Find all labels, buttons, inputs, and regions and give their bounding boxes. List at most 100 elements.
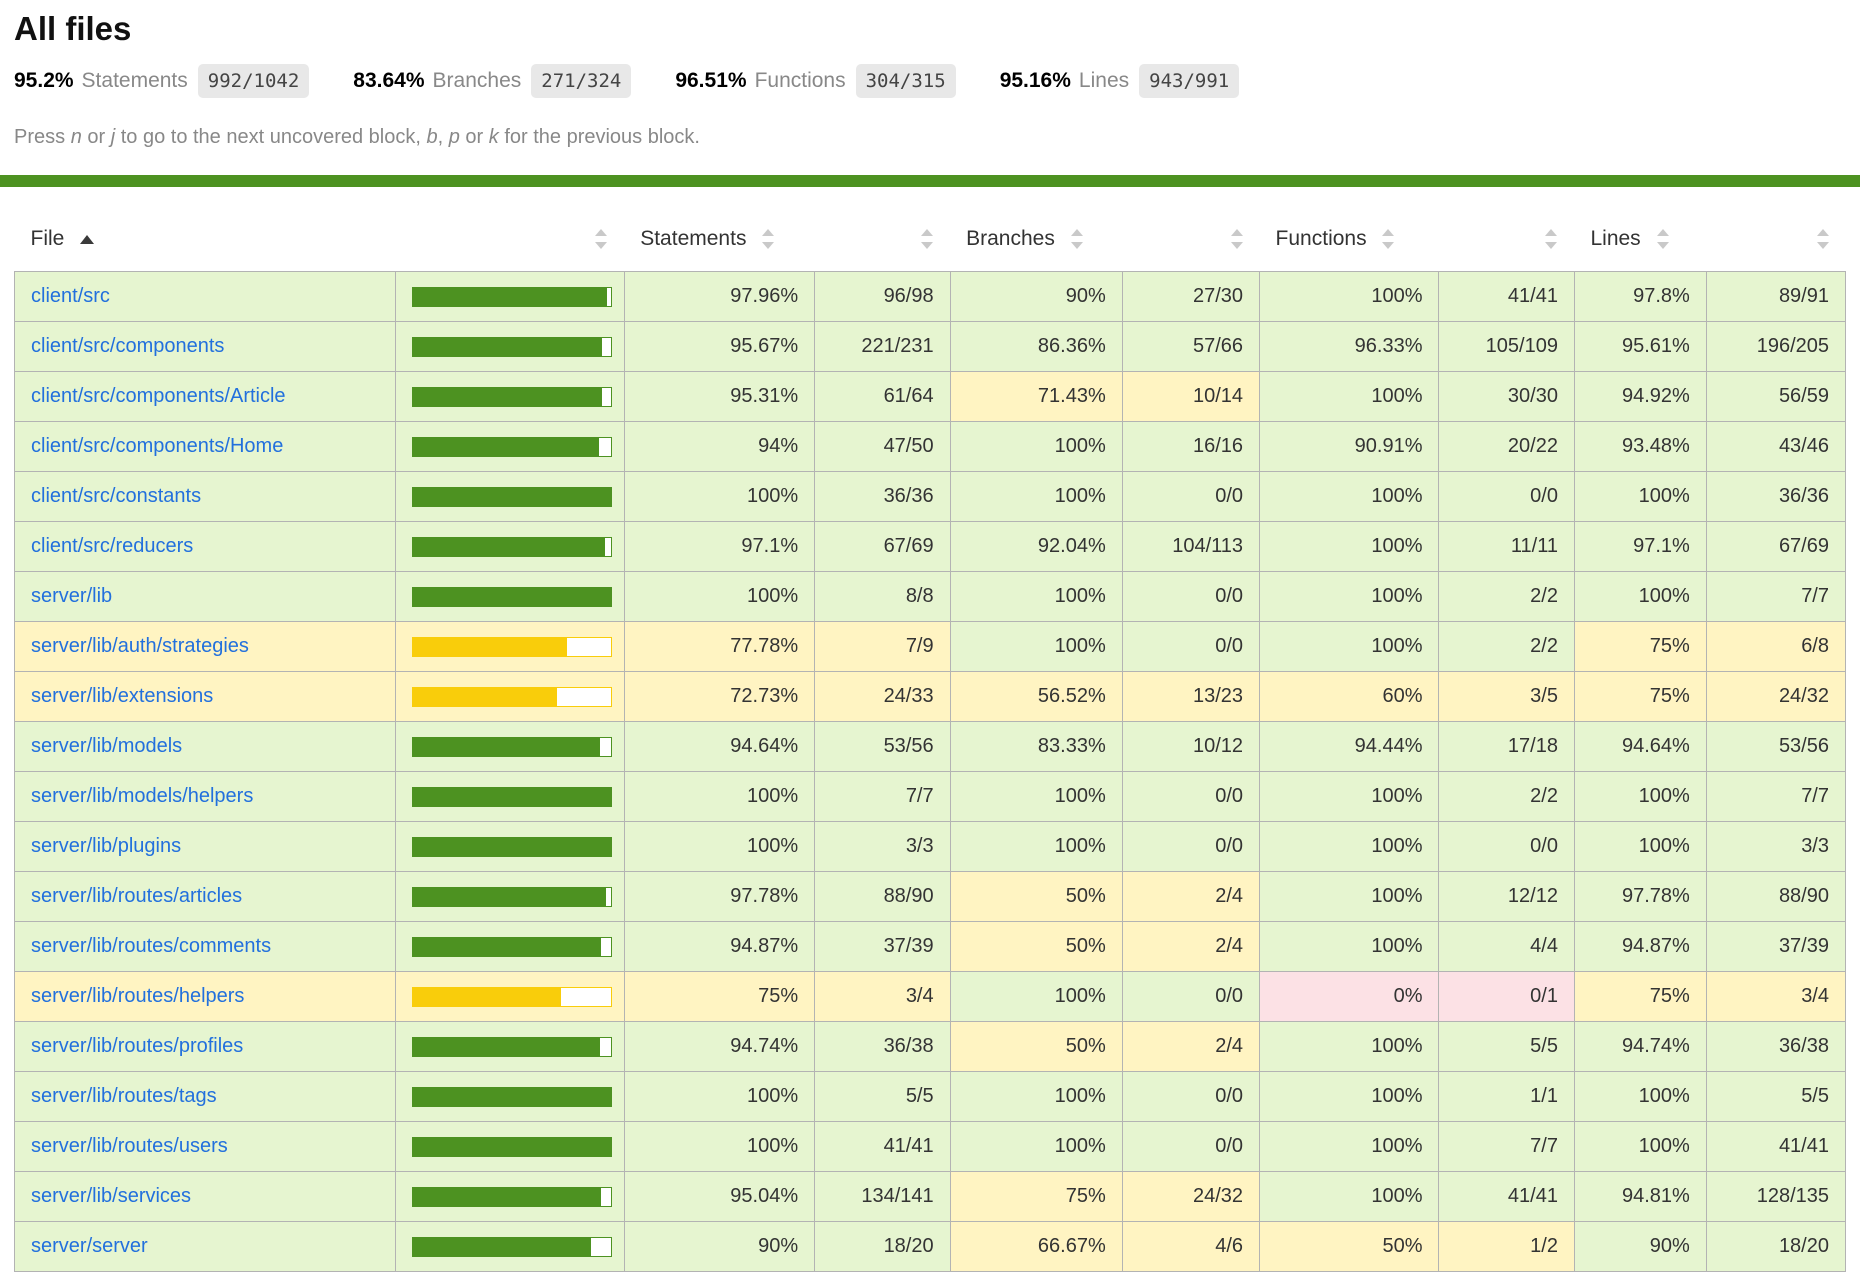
column-header-lines[interactable]: Lines bbox=[1574, 211, 1706, 272]
statements-fraction-cell: 37/39 bbox=[815, 922, 950, 972]
table-row: server/lib/routes/helpers 75% 3/4 100% 0… bbox=[15, 972, 1846, 1022]
lines-pct-cell: 75% bbox=[1574, 672, 1706, 722]
sort-icon[interactable] bbox=[1230, 227, 1244, 251]
lines-fraction-cell: 67/69 bbox=[1706, 522, 1845, 572]
column-header-bar[interactable] bbox=[395, 211, 624, 272]
functions-pct-cell: 100% bbox=[1260, 822, 1439, 872]
file-link[interactable]: client/src/constants bbox=[31, 485, 201, 507]
report-header: All files 95.2% Statements 992/1042 83.6… bbox=[0, 10, 1860, 149]
table-row: client/src 97.96% 96/98 90% 27/30 100% 4… bbox=[15, 272, 1846, 322]
lines-fraction-cell: 36/38 bbox=[1706, 1022, 1845, 1072]
file-cell: server/lib bbox=[15, 572, 396, 622]
file-link[interactable]: server/lib/routes/articles bbox=[31, 885, 242, 907]
file-link[interactable]: server/lib/extensions bbox=[31, 685, 213, 707]
column-header-branches-fraction[interactable] bbox=[1122, 211, 1259, 272]
branches-pct-cell: 100% bbox=[950, 972, 1122, 1022]
coverage-bar-empty bbox=[600, 1038, 610, 1056]
file-link[interactable]: client/src/reducers bbox=[31, 535, 193, 557]
coverage-bar bbox=[412, 787, 612, 807]
functions-pct-cell: 100% bbox=[1260, 622, 1439, 672]
table-row: server/lib/routes/profiles 94.74% 36/38 … bbox=[15, 1022, 1846, 1072]
file-link[interactable]: client/src/components bbox=[31, 335, 224, 357]
lines-fraction-cell: 128/135 bbox=[1706, 1172, 1845, 1222]
sort-icon[interactable] bbox=[1070, 227, 1084, 251]
coverage-bar-cell bbox=[395, 722, 624, 772]
coverage-bar-fill bbox=[413, 638, 567, 656]
coverage-bar-fill bbox=[413, 788, 611, 806]
file-link[interactable]: server/lib/routes/helpers bbox=[31, 985, 244, 1007]
table-row: server/lib/models 94.64% 53/56 83.33% 10… bbox=[15, 722, 1846, 772]
coverage-bar-cell bbox=[395, 1022, 624, 1072]
column-header-statements-fraction[interactable] bbox=[815, 211, 950, 272]
table-row: server/lib/services 95.04% 134/141 75% 2… bbox=[15, 1172, 1846, 1222]
statements-pct-cell: 100% bbox=[624, 572, 814, 622]
file-link[interactable]: server/lib bbox=[31, 585, 112, 607]
coverage-bar-fill bbox=[413, 338, 602, 356]
file-cell: server/lib/routes/articles bbox=[15, 872, 396, 922]
column-header-lines-fraction[interactable] bbox=[1706, 211, 1845, 272]
coverage-bar-cell bbox=[395, 922, 624, 972]
file-link[interactable]: server/lib/auth/strategies bbox=[31, 635, 249, 657]
file-link[interactable]: server/lib/services bbox=[31, 1185, 191, 1207]
lines-fraction-cell: 3/4 bbox=[1706, 972, 1845, 1022]
lines-pct-cell: 94.81% bbox=[1574, 1172, 1706, 1222]
lines-pct-cell: 97.78% bbox=[1574, 872, 1706, 922]
column-header-branches[interactable]: Branches bbox=[950, 211, 1122, 272]
sort-icon[interactable] bbox=[1381, 227, 1395, 251]
summary-metric-percent: 83.64% bbox=[353, 69, 424, 93]
statements-fraction-cell: 7/9 bbox=[815, 622, 950, 672]
sort-icon[interactable] bbox=[920, 227, 934, 251]
coverage-bar-cell bbox=[395, 372, 624, 422]
statements-fraction-cell: 134/141 bbox=[815, 1172, 950, 1222]
table-row: server/server 90% 18/20 66.67% 4/6 50% 1… bbox=[15, 1222, 1846, 1272]
lines-fraction-cell: 53/56 bbox=[1706, 722, 1845, 772]
summary-metric-fraction: 943/991 bbox=[1139, 64, 1239, 98]
branches-pct-cell: 100% bbox=[950, 772, 1122, 822]
coverage-bar-fill bbox=[413, 838, 611, 856]
file-link[interactable]: server/lib/models bbox=[31, 735, 182, 757]
column-header-file[interactable]: File bbox=[15, 211, 396, 272]
functions-fraction-cell: 0/0 bbox=[1439, 472, 1574, 522]
coverage-bar-cell bbox=[395, 672, 624, 722]
functions-pct-cell: 94.44% bbox=[1260, 722, 1439, 772]
coverage-bar-empty bbox=[606, 888, 610, 906]
table-row: client/src/components 95.67% 221/231 86.… bbox=[15, 322, 1846, 372]
lines-pct-cell: 100% bbox=[1574, 472, 1706, 522]
functions-fraction-cell: 20/22 bbox=[1439, 422, 1574, 472]
coverage-bar bbox=[412, 987, 612, 1007]
file-link[interactable]: client/src/components/Home bbox=[31, 435, 283, 457]
coverage-bar-empty bbox=[561, 988, 611, 1006]
file-link[interactable]: server/lib/routes/users bbox=[31, 1135, 228, 1157]
file-link[interactable]: server/lib/routes/profiles bbox=[31, 1035, 243, 1057]
sort-icon[interactable] bbox=[1544, 227, 1558, 251]
sort-icon[interactable] bbox=[1816, 227, 1830, 251]
file-link[interactable]: server/lib/routes/tags bbox=[31, 1085, 217, 1107]
file-cell: server/lib/models/helpers bbox=[15, 772, 396, 822]
coverage-bar-fill bbox=[413, 1138, 611, 1156]
column-label-lines: Lines bbox=[1590, 227, 1640, 250]
coverage-bar-cell bbox=[395, 322, 624, 372]
lines-fraction-cell: 88/90 bbox=[1706, 872, 1845, 922]
table-row: server/lib/routes/articles 97.78% 88/90 … bbox=[15, 872, 1846, 922]
file-cell: server/lib/services bbox=[15, 1172, 396, 1222]
coverage-bar-cell bbox=[395, 572, 624, 622]
file-link[interactable]: server/server bbox=[31, 1235, 148, 1257]
file-link[interactable]: client/src bbox=[31, 285, 110, 307]
statements-pct-cell: 97.78% bbox=[624, 872, 814, 922]
file-link[interactable]: server/lib/plugins bbox=[31, 835, 181, 857]
column-header-functions-fraction[interactable] bbox=[1439, 211, 1574, 272]
column-header-statements[interactable]: Statements bbox=[624, 211, 814, 272]
file-link[interactable]: client/src/components/Article bbox=[31, 385, 286, 407]
branches-pct-cell: 100% bbox=[950, 472, 1122, 522]
sort-icon[interactable] bbox=[1656, 227, 1670, 251]
sort-icon[interactable] bbox=[594, 227, 608, 251]
coverage-bar bbox=[412, 1037, 612, 1057]
file-link[interactable]: server/lib/routes/comments bbox=[31, 935, 271, 957]
branches-fraction-cell: 10/12 bbox=[1122, 722, 1259, 772]
table-row: client/src/components/Article 95.31% 61/… bbox=[15, 372, 1846, 422]
sort-icon[interactable] bbox=[761, 227, 775, 251]
column-header-functions[interactable]: Functions bbox=[1260, 211, 1439, 272]
file-link[interactable]: server/lib/models/helpers bbox=[31, 785, 253, 807]
coverage-bar-empty bbox=[607, 288, 611, 306]
table-header-row: File Statements Branches bbox=[15, 211, 1846, 272]
